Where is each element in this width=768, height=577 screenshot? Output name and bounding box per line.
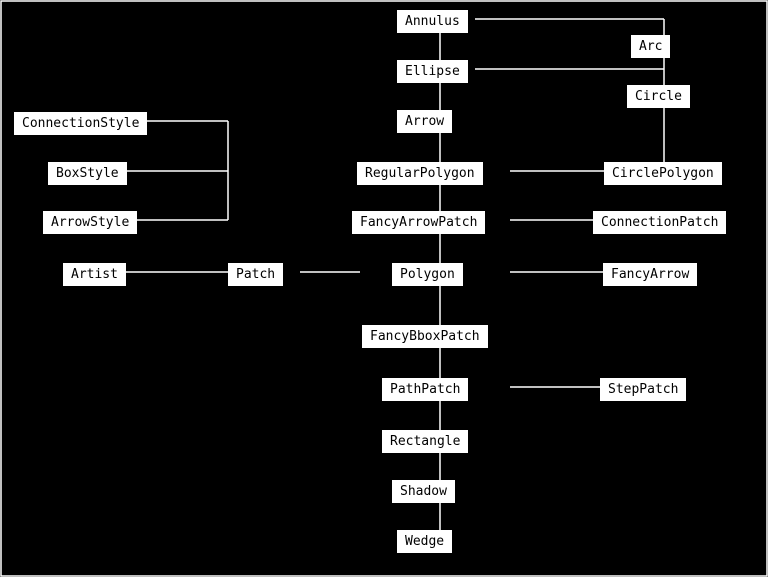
node-connectionpatch: ConnectionPatch [593,211,726,234]
node-patch: Patch [228,263,283,286]
node-wedge: Wedge [397,530,452,553]
node-fancybboxpatch: FancyBboxPatch [362,325,488,348]
node-connectionstyle: ConnectionStyle [14,112,147,135]
node-ellipse: Ellipse [397,60,468,83]
node-shadow: Shadow [392,480,455,503]
node-arc: Arc [631,35,670,58]
node-circle: Circle [627,85,690,108]
node-regularpolygon: RegularPolygon [357,162,483,185]
node-annulus: Annulus [397,10,468,33]
node-rectangle: Rectangle [382,430,468,453]
node-arrow: Arrow [397,110,452,133]
node-polygon: Polygon [392,263,463,286]
node-fancyarrow: FancyArrow [603,263,697,286]
node-arrowstyle: ArrowStyle [43,211,137,234]
node-artist: Artist [63,263,126,286]
node-boxstyle: BoxStyle [48,162,127,185]
node-fancyarrowpatch: FancyArrowPatch [352,211,485,234]
node-pathpatch: PathPatch [382,378,468,401]
node-circlepolygon: CirclePolygon [604,162,722,185]
node-steppatch: StepPatch [600,378,686,401]
